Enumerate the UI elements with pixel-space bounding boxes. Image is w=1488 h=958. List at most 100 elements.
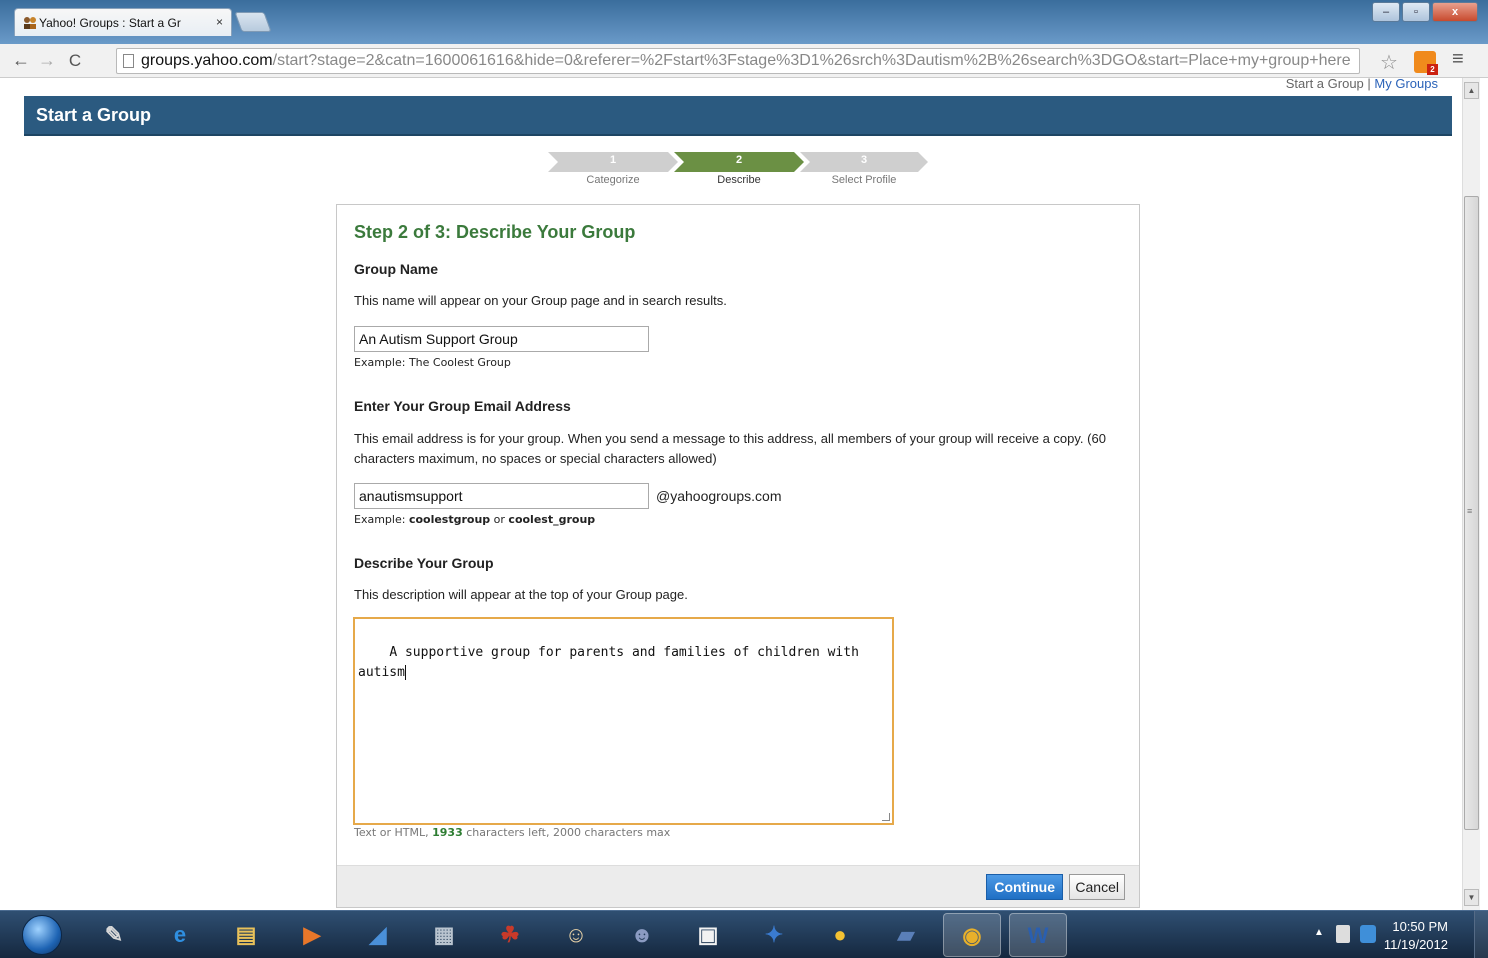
email-domain-suffix: @yahoogroups.com [656,488,782,504]
window-controls: – ▫ x [1372,2,1478,22]
step-1-number: 1 [609,154,617,166]
browser-titlebar: Yahoo! Groups : Start a Gr × – ▫ x [0,0,1488,44]
chrome-menu-icon[interactable]: ≡ [1452,48,1464,71]
windows-taskbar: ✎ e ▤ ▶ ◢ ▦ ☘ ☺ ☻ ▣ ✦ ● ▰ ◉ W ▲ 10:50 PM 11/19/2012 [0,910,1488,958]
link-separator: | [1367,76,1371,91]
top-links: Start a Group | My Groups [1286,76,1438,91]
tab-close-icon[interactable]: × [216,15,223,29]
group-email-input[interactable] [354,483,649,509]
game-cow-icon-glyph: ☺ [564,922,588,947]
start-group-link[interactable]: Start a Group [1286,76,1364,91]
file-explorer-icon-glyph: ▤ [235,922,257,947]
form-footer: Continue Cancel [337,865,1139,907]
describe-group-form: Step 2 of 3: Describe Your Group Group N… [336,204,1140,908]
page-title: Start a Group [36,105,152,125]
character-counter: Text or HTML, 1933 characters left, 2000… [354,826,670,839]
description-text: A supportive group for parents and famil… [358,645,859,680]
back-arrow-icon[interactable]: ← [10,50,32,71]
rss-badge: 2 [1427,64,1438,75]
group-name-example-prefix: Example: [354,356,409,369]
cancel-button[interactable]: Cancel [1069,874,1125,900]
notepad-icon-glyph: ✎ [104,922,124,947]
chars-left-count: 1933 [432,826,463,839]
maximize-button[interactable]: ▫ [1402,2,1430,22]
scroll-up-arrow-icon[interactable]: ▲ [1464,82,1479,99]
step-categorize: 1 Categorize [548,152,678,186]
movie-maker-icon[interactable]: ▰ [888,917,924,953]
game-dragon-icon[interactable]: ☘ [492,917,528,953]
scroll-down-arrow-icon[interactable]: ▼ [1464,889,1479,906]
document-icon-glyph: ▣ [697,922,719,947]
resize-handle-icon[interactable] [882,813,890,821]
email-example-prefix: Example: [354,513,409,526]
calculator-icon-glyph: ▦ [433,922,455,947]
description-help: This description will appear at the top … [354,587,688,602]
counter-prefix: Text or HTML, [354,826,433,839]
new-tab-button[interactable] [234,12,272,32]
document-icon[interactable]: ▣ [690,917,726,953]
rss-extension-icon[interactable]: 2 [1414,51,1438,75]
network-icon[interactable] [1336,925,1350,943]
system-tray: ▲ 10:50 PM 11/19/2012 [1298,911,1488,958]
address-bar[interactable]: groups.yahoo.com/start?stage=2&catn=1600… [116,48,1360,74]
step-1-label: Categorize [586,174,640,186]
start-button-icon[interactable] [22,915,62,955]
description-textarea[interactable]: A supportive group for parents and famil… [353,617,894,825]
chrome-icon-glyph: ◉ [962,923,982,948]
text-cursor [404,665,406,680]
game-blue-icon-glyph: ✦ [764,922,784,947]
scroll-grip-icon: ≡ [1467,506,1473,516]
calculator-icon[interactable]: ▦ [426,917,462,953]
email-help: This email address is for your group. Wh… [354,431,1106,466]
minimize-button[interactable]: – [1372,2,1400,22]
browser-toolbar: ← → C groups.yahoo.com/start?stage=2&cat… [0,44,1488,78]
step-3-number: 3 [860,154,868,166]
step-select-profile: 3 Select Profile [800,152,928,186]
page-icon [123,54,134,68]
url-host: groups.yahoo.com [141,52,273,69]
game-cow-icon[interactable]: ☺ [558,917,594,953]
form-heading: Step 2 of 3: Describe Your Group [354,222,636,242]
tray-expand-icon[interactable]: ▲ [1314,927,1324,938]
email-example: Example: coolestgroup or coolest_group [354,513,595,526]
game-character-icon[interactable]: ☻ [624,917,660,953]
step-describe: 2 Describe [674,152,804,186]
forward-arrow-icon[interactable]: → [36,50,58,71]
group-name-input[interactable] [354,326,649,352]
media-player-icon[interactable]: ▶ [294,917,330,953]
window-close-button[interactable]: x [1432,2,1478,22]
continue-button[interactable]: Continue [986,874,1063,900]
browser-tab[interactable]: Yahoo! Groups : Start a Gr × [14,8,232,36]
email-example-1: coolestgroup [408,513,491,526]
game-dragon-icon-glyph: ☘ [500,922,520,947]
clock[interactable]: 10:50 PM 11/19/2012 [1384,918,1448,954]
media-player-icon-glyph: ▶ [303,922,321,947]
internet-explorer-icon[interactable]: e [162,917,198,953]
app-blue-icon[interactable]: ◢ [360,917,396,953]
email-label: Enter Your Group Email Address [354,398,571,414]
page-scrollbar[interactable]: ▲ ≡ ▼ [1462,78,1480,910]
step-progress: 1 Categorize 2 Describe 3 Select Profile [548,152,928,192]
counter-suffix: characters left, 2000 characters max [462,826,671,839]
chrome-icon[interactable]: ◉ [943,913,1001,957]
email-example-or: or [490,513,509,526]
bookmark-star-icon[interactable]: ☆ [1380,50,1398,75]
game-blue-icon[interactable]: ✦ [756,917,792,953]
reload-icon[interactable]: C [64,51,86,71]
group-name-label: Group Name [354,261,439,277]
notepad-icon[interactable]: ✎ [96,917,132,953]
file-explorer-icon[interactable]: ▤ [228,917,264,953]
group-name-help: This name will appear on your Group page… [354,293,727,308]
game-penguin-icon[interactable]: ● [822,917,858,953]
app-blue-icon-glyph: ◢ [369,922,387,947]
show-desktop-button[interactable] [1474,911,1488,958]
url-path: /start?stage=2&catn=1600061616&hide=0&re… [272,52,1351,69]
game-character-icon-glyph: ☻ [630,922,654,947]
yahoo-groups-favicon-icon [24,17,36,29]
internet-explorer-icon-glyph: e [173,922,187,947]
clock-time: 10:50 PM [1392,919,1448,934]
my-groups-link[interactable]: My Groups [1374,76,1438,91]
dropbox-icon[interactable] [1360,925,1376,943]
word-icon[interactable]: W [1009,913,1067,957]
clock-date: 11/19/2012 [1383,937,1448,952]
